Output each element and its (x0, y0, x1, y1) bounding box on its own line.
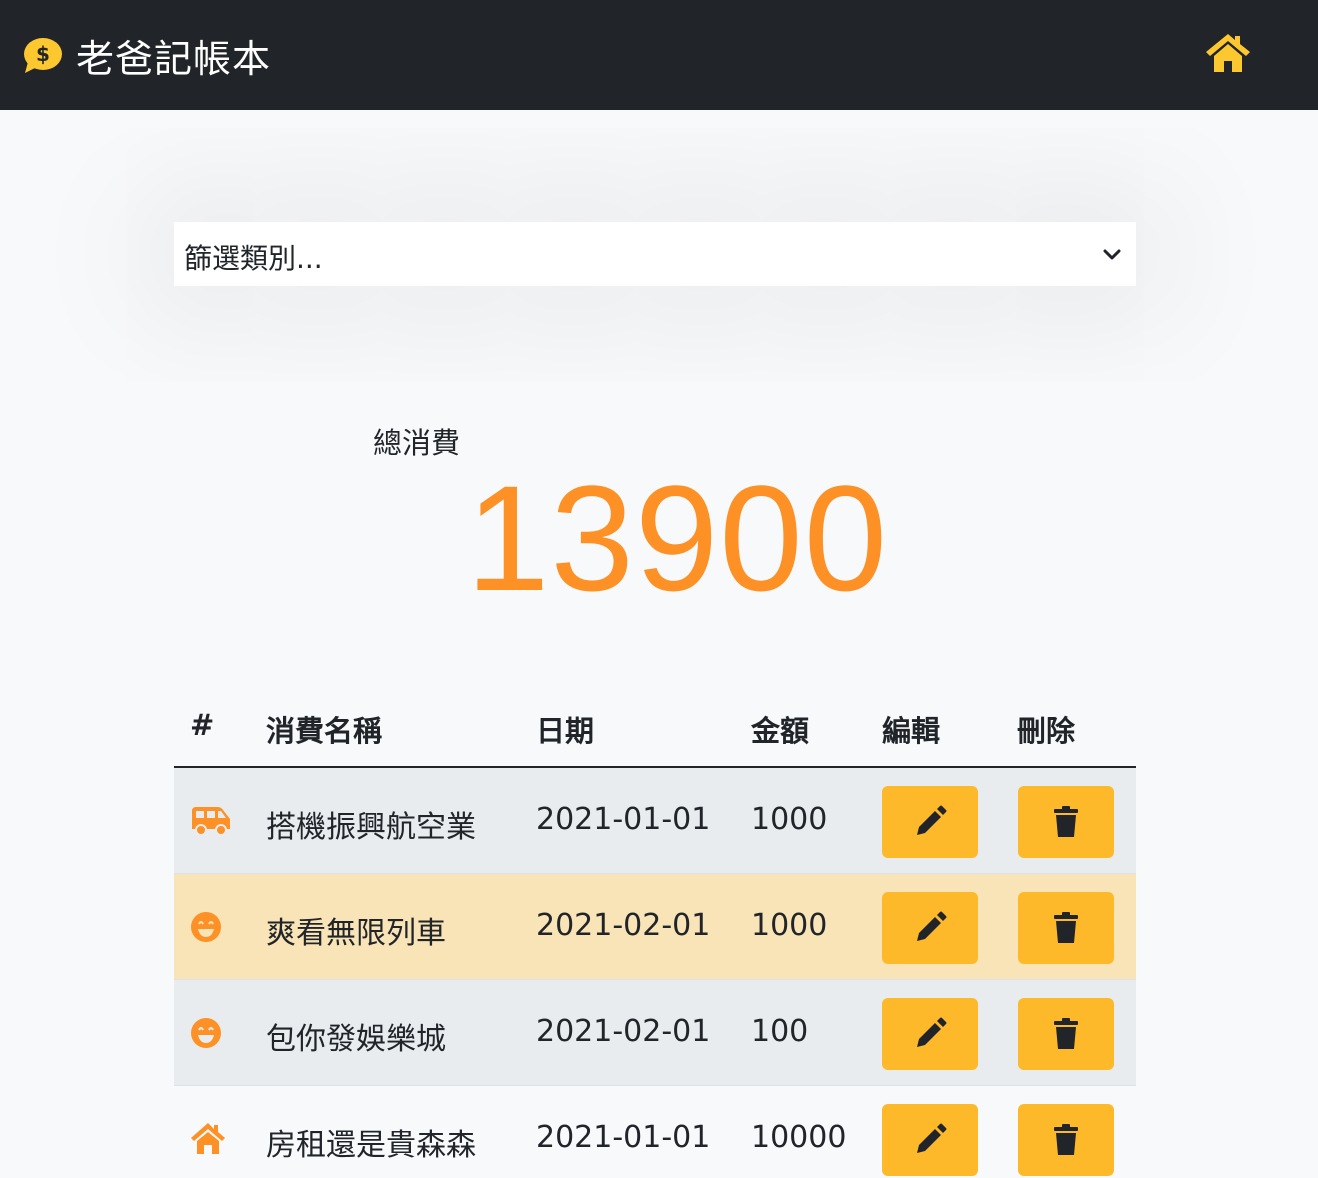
expense-date: 2021-02-01 (536, 1014, 711, 1049)
expense-date: 2021-01-01 (536, 802, 711, 837)
trash-icon (1054, 1124, 1078, 1155)
delete-button[interactable] (1018, 786, 1114, 858)
delete-button[interactable] (1018, 1104, 1114, 1176)
edit-button[interactable] (882, 1104, 978, 1176)
edit-button[interactable] (882, 786, 978, 858)
total-amount: 13900 (466, 454, 889, 622)
total-label: 總消費 (373, 426, 461, 460)
home-button[interactable] (1204, 30, 1252, 74)
header-index: # (190, 708, 215, 742)
expense-name: 搭機振興航空業 (266, 810, 476, 845)
expense-table: # 消費名稱 日期 金額 編輯 刪除 搭機振興航空業 2021-01-01 10… (174, 690, 1136, 1178)
expense-date: 2021-01-01 (536, 1120, 711, 1155)
expense-amount: 10000 (751, 1120, 847, 1155)
pencil-icon (917, 911, 947, 941)
table-row: 搭機振興航空業 2021-01-01 1000 (174, 768, 1136, 874)
trash-icon (1054, 1018, 1078, 1049)
header-delete: 刪除 (1017, 714, 1076, 748)
delete-button[interactable] (1018, 892, 1114, 964)
expense-name: 房租還是貴森森 (266, 1128, 476, 1163)
pencil-icon (917, 805, 947, 835)
expense-date: 2021-02-01 (536, 908, 711, 943)
table-row: 爽看無限列車 2021-02-01 1000 (174, 874, 1136, 980)
filter-selected-value: 篩選類別... (184, 242, 323, 275)
header-name: 消費名稱 (266, 714, 383, 748)
expense-amount: 1000 (751, 802, 828, 837)
table-row: 房租還是貴森森 2021-01-01 10000 (174, 1086, 1136, 1178)
grin-beam-icon (191, 912, 221, 942)
pencil-icon (917, 1017, 947, 1047)
brand[interactable]: $ 老爸記帳本 (22, 28, 271, 83)
expense-name: 包你發娛樂城 (266, 1022, 446, 1057)
chevron-down-icon (1103, 249, 1121, 260)
delete-button[interactable] (1018, 998, 1114, 1070)
shuttle-van-icon (192, 807, 230, 836)
header-date: 日期 (536, 714, 595, 748)
grin-beam-icon (191, 1018, 221, 1048)
header-amount: 金額 (751, 714, 810, 748)
edit-button[interactable] (882, 998, 978, 1070)
pencil-icon (917, 1123, 947, 1153)
expense-amount: 1000 (751, 908, 828, 943)
trash-icon (1054, 912, 1078, 943)
trash-icon (1054, 806, 1078, 837)
header-edit: 編輯 (882, 714, 941, 748)
table-row: 包你發娛樂城 2021-02-01 100 (174, 980, 1136, 1086)
dollar-speech-bubble-icon: $ (24, 37, 62, 73)
app-title: 老爸記帳本 (76, 37, 272, 81)
category-filter-select[interactable]: 篩選類別... (174, 222, 1136, 286)
navbar: $ 老爸記帳本 (0, 0, 1318, 110)
svg-text:$: $ (36, 42, 50, 66)
expense-amount: 100 (751, 1014, 809, 1049)
home-icon (1206, 34, 1250, 72)
table-header: # 消費名稱 日期 金額 編輯 刪除 (174, 690, 1136, 768)
expense-name: 爽看無限列車 (266, 916, 446, 951)
edit-button[interactable] (882, 892, 978, 964)
home-icon (191, 1123, 225, 1154)
